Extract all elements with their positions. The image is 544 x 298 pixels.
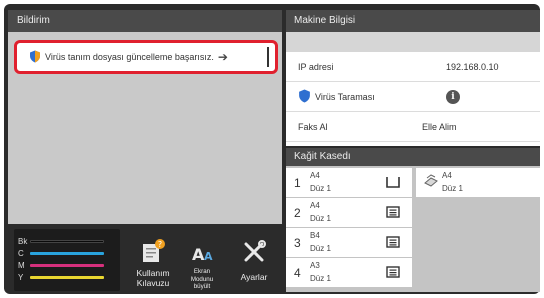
tray-paper-type: Düz 1 [310, 274, 331, 283]
toner-bar-black [30, 239, 104, 243]
tray-number: 3 [294, 236, 301, 250]
bypass-paper-type: Düz 1 [442, 184, 463, 193]
toner-levels[interactable]: Bk C M Y [14, 229, 120, 291]
bypass-paper-size: A4 [442, 171, 452, 180]
tray-number: 4 [294, 266, 301, 280]
svg-text:?: ? [158, 240, 162, 249]
ip-address-row: IP adresi 192.168.0.10 [286, 52, 540, 82]
fax-receive-label: Faks Al [298, 121, 328, 132]
fax-receive-value: Elle Alim [422, 121, 457, 132]
tray-number: 1 [294, 176, 301, 190]
user-guide-label: Kullanım Kılavuzu [136, 268, 170, 288]
notification-message: Virüs tanım dosyası güncelleme başarısız… [45, 52, 214, 62]
notification-divider [267, 47, 269, 67]
toner-bar-magenta [30, 263, 104, 267]
paper-tray-panel: Kağit Kasedı 1 A4 Düz 1 2 A4 Düz 1 3 B4 … [286, 148, 540, 292]
toner-bar-cyan [30, 251, 104, 255]
enlarge-display-label-1: Ekran [193, 268, 211, 275]
settings-button[interactable]: Ayarlar [228, 232, 280, 282]
tray-empty-icon [386, 176, 400, 190]
enlarge-display-label-2: Modunu [190, 275, 214, 283]
tray-paper-type: Düz 1 [310, 214, 331, 223]
toner-row: M [18, 259, 116, 271]
tray-paper-type: Düz 1 [310, 184, 331, 193]
machine-info-spacer [286, 32, 540, 52]
notification-item[interactable]: Virüs tanım dosyası güncelleme başarısız… [14, 40, 278, 74]
tray-full-icon [386, 266, 400, 280]
toner-label: Y [18, 272, 24, 282]
tray-paper-type: Düz 1 [310, 244, 331, 253]
tray-row-1[interactable]: 1 A4 Düz 1 [286, 168, 412, 197]
tray-paper-size: A4 [310, 201, 320, 210]
tray-paper-size: B4 [310, 231, 320, 240]
info-icon[interactable]: i [446, 89, 460, 104]
tray-row-3[interactable]: 3 B4 Düz 1 [286, 228, 412, 257]
shield-icon [298, 89, 311, 105]
toner-label: Bk [18, 236, 28, 246]
toner-row: Y [18, 271, 116, 283]
ip-address-label: IP adresi [298, 61, 334, 72]
toner-label: M [18, 260, 25, 270]
tray-row-2[interactable]: 2 A4 Düz 1 [286, 198, 412, 227]
toner-row: Bk [18, 235, 116, 247]
tray-paper-size: A3 [310, 261, 320, 270]
tray-number: 2 [294, 206, 301, 220]
font-size-icon: A A [182, 232, 222, 264]
notification-panel: Bildirim Virüs tanım dosyası güncelleme … [8, 10, 282, 224]
virus-scan-row[interactable]: Virüs Taraması i [286, 82, 540, 112]
virus-scan-label: Virüs Taraması [315, 91, 375, 102]
arrow-right-icon: ➔ [217, 50, 228, 64]
toner-bar-yellow [30, 275, 104, 279]
enlarge-display-label-3: büyült [193, 283, 211, 290]
toner-row: C [18, 247, 116, 259]
tray-full-icon [386, 236, 400, 250]
enlarge-display-button[interactable]: A A Ekran Modunu büyült [182, 232, 222, 291]
user-guide-button[interactable]: ? Kullanım Kılavuzu [126, 232, 180, 288]
ip-address-value: 192.168.0.10 [446, 61, 499, 72]
paper-tray-title: Kağit Kasedı [286, 148, 540, 166]
notification-title: Bildirim [8, 10, 282, 32]
machine-info-panel: Makine Bilgisi IP adresi 192.168.0.10 Vi… [286, 10, 540, 146]
settings-label: Ayarlar [240, 272, 268, 282]
tools-icon [228, 232, 280, 264]
tray-list: 1 A4 Düz 1 2 A4 Düz 1 3 B4 Düz 1 4 A3 Dü… [286, 168, 412, 288]
tray-row-4[interactable]: 4 A3 Düz 1 [286, 258, 412, 287]
bypass-tray[interactable]: A4 Düz 1 [416, 168, 540, 197]
book-icon: ? [126, 232, 180, 264]
bypass-tray-icon [424, 174, 438, 190]
notification-list: Virüs tanım dosyası güncelleme başarısız… [8, 32, 282, 224]
toner-label: C [18, 248, 24, 258]
machine-info-title: Makine Bilgisi [286, 10, 540, 32]
fax-receive-row: Faks Al Elle Alim [286, 112, 540, 142]
shield-icon [29, 50, 41, 65]
tray-paper-size: A4 [310, 171, 320, 180]
tray-full-icon [386, 206, 400, 220]
svg-text:A: A [204, 250, 213, 263]
